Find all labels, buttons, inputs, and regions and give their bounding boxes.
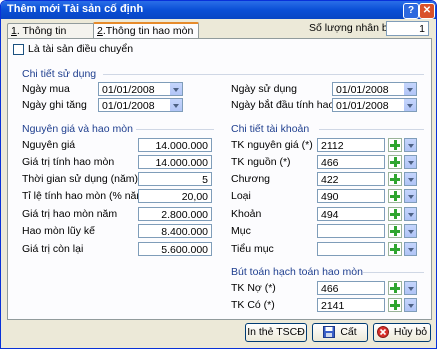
save-button[interactable]: Cất xyxy=(312,323,368,342)
cost-input-4[interactable]: 2.800.000 xyxy=(138,207,212,221)
account-label-0: TK nguyên giá (*) xyxy=(231,139,313,151)
account-label-2: Chương xyxy=(231,173,271,185)
title-bar: Thêm mới Tài sản cố định ? ✕ xyxy=(1,1,436,19)
purchase-date-input[interactable]: 01/01/2008 xyxy=(98,82,183,96)
tab-depreciation-label: Thông tin hao mòn xyxy=(105,25,194,37)
increase-date-value: 01/01/2008 xyxy=(102,100,155,112)
cost-label-2: Thời gian sử dụng (năm) xyxy=(22,173,139,185)
depr-start-value: 01/01/2008 xyxy=(336,100,389,112)
use-date-dropdown-icon[interactable] xyxy=(403,83,416,95)
account-3-dropdown-icon[interactable] xyxy=(404,189,417,203)
tab-general-info[interactable]: 1. Thông tin chung xyxy=(7,23,95,51)
cost-input-6[interactable]: 5.600.000 xyxy=(138,242,212,256)
cost-input-3[interactable]: 20,00 xyxy=(138,189,212,203)
cost-input-0[interactable]: 14.000.000 xyxy=(138,138,212,152)
usage-section-divider xyxy=(103,74,424,75)
close-button[interactable]: ✕ xyxy=(419,3,435,19)
add-account-5-icon[interactable] xyxy=(388,224,402,238)
add-entry-1-icon[interactable] xyxy=(388,298,402,312)
account-label-5: Mục xyxy=(231,225,251,237)
transfer-checkbox-label: Là tài sản điều chuyển xyxy=(28,43,134,55)
dialog-window: Thêm mới Tài sản cố định ? ✕ 1. Thông ti… xyxy=(0,0,437,349)
account-0-dropdown-icon[interactable] xyxy=(404,138,417,152)
account-4-dropdown-icon[interactable] xyxy=(404,207,417,221)
add-account-0-icon[interactable] xyxy=(388,138,402,152)
accounts-section-divider xyxy=(319,129,424,130)
print-card-button[interactable]: In thẻ TSCĐ xyxy=(245,323,307,342)
entry-0-dropdown-icon[interactable] xyxy=(404,281,417,295)
account-input-1[interactable]: 466 xyxy=(317,155,385,169)
entry-1-dropdown-icon[interactable] xyxy=(404,298,417,312)
quantity-input[interactable]: 1 xyxy=(386,21,429,36)
cost-label-0: Nguyên giá xyxy=(22,139,76,151)
tab-depreciation-key: 2 xyxy=(97,25,103,37)
tab-general-key: 1 xyxy=(11,25,17,37)
account-input-6[interactable] xyxy=(317,242,385,256)
account-input-3[interactable]: 490 xyxy=(317,189,385,203)
add-account-3-icon[interactable] xyxy=(388,189,402,203)
add-account-6-icon[interactable] xyxy=(388,242,402,256)
cost-input-5[interactable]: 8.400.000 xyxy=(138,224,212,238)
depr-start-input[interactable]: 01/01/2008 xyxy=(332,98,417,112)
entry-input-1[interactable]: 2141 xyxy=(317,298,385,312)
help-button[interactable]: ? xyxy=(403,3,419,19)
entry-section-title: Bút toán hạch toán hao mòn xyxy=(231,266,363,278)
account-5-dropdown-icon[interactable] xyxy=(404,224,417,238)
entry-input-0[interactable]: 466 xyxy=(317,281,385,295)
transfer-checkbox[interactable] xyxy=(13,44,24,55)
account-input-2[interactable]: 422 xyxy=(317,172,385,186)
accounts-section-title: Chi tiết tài khoản xyxy=(231,123,310,135)
save-icon xyxy=(323,326,336,339)
account-label-3: Loại xyxy=(231,190,251,202)
add-account-1-icon[interactable] xyxy=(388,155,402,169)
depr-start-dropdown-icon[interactable] xyxy=(403,99,416,111)
increase-date-dropdown-icon[interactable] xyxy=(169,99,182,111)
use-date-input[interactable]: 01/01/2008 xyxy=(332,82,417,96)
purchase-date-dropdown-icon[interactable] xyxy=(169,83,182,95)
entry-section-divider xyxy=(363,272,424,273)
cost-label-4: Giá trị hao mòn năm xyxy=(22,208,118,220)
purchase-date-value: 01/01/2008 xyxy=(102,84,155,96)
account-6-dropdown-icon[interactable] xyxy=(404,242,417,256)
entry-label-1: TK Có (*) xyxy=(231,299,275,311)
cost-label-3: Tỉ lệ tính hao mòn (% năm) xyxy=(22,190,149,202)
account-1-dropdown-icon[interactable] xyxy=(404,155,417,169)
use-date-label: Ngày sử dụng xyxy=(231,83,297,95)
account-2-dropdown-icon[interactable] xyxy=(404,172,417,186)
cost-input-2[interactable]: 5 xyxy=(138,172,212,186)
usage-section-title: Chi tiết sử dụng xyxy=(22,68,97,80)
account-input-0[interactable]: 2112 xyxy=(317,138,385,152)
save-label: Cất xyxy=(340,326,357,338)
cost-label-6: Giá trị còn lại xyxy=(22,243,84,255)
account-label-1: TK nguồn (*) xyxy=(231,156,291,168)
cancel-icon xyxy=(376,326,389,339)
account-label-6: Tiểu mục xyxy=(231,243,274,255)
window-title: Thêm mới Tài sản cố định xyxy=(7,3,144,15)
use-date-value: 01/01/2008 xyxy=(336,84,389,96)
increase-date-input[interactable]: 01/01/2008 xyxy=(98,98,183,112)
cancel-label: Hủy bỏ xyxy=(393,326,428,338)
account-input-4[interactable]: 494 xyxy=(317,207,385,221)
increase-date-label: Ngày ghi tăng xyxy=(22,99,87,111)
cost-input-1[interactable]: 14.000.000 xyxy=(138,155,212,169)
cancel-button[interactable]: Hủy bỏ xyxy=(373,323,431,342)
entry-label-0: TK Nợ (*) xyxy=(231,282,276,294)
add-entry-0-icon[interactable] xyxy=(388,281,402,295)
cost-section-title: Nguyên giá và hao mòn xyxy=(22,123,133,135)
cost-label-1: Giá trị tính hao mòn xyxy=(22,156,115,168)
account-input-5[interactable] xyxy=(317,224,385,238)
add-account-2-icon[interactable] xyxy=(388,172,402,186)
print-card-label: In thẻ TSCĐ xyxy=(247,326,305,338)
cost-section-divider xyxy=(136,129,214,130)
add-account-4-icon[interactable] xyxy=(388,207,402,221)
account-label-4: Khoản xyxy=(231,208,262,220)
cost-label-5: Hao mòn lũy kế xyxy=(22,225,95,237)
purchase-date-label: Ngày mua xyxy=(22,83,70,95)
